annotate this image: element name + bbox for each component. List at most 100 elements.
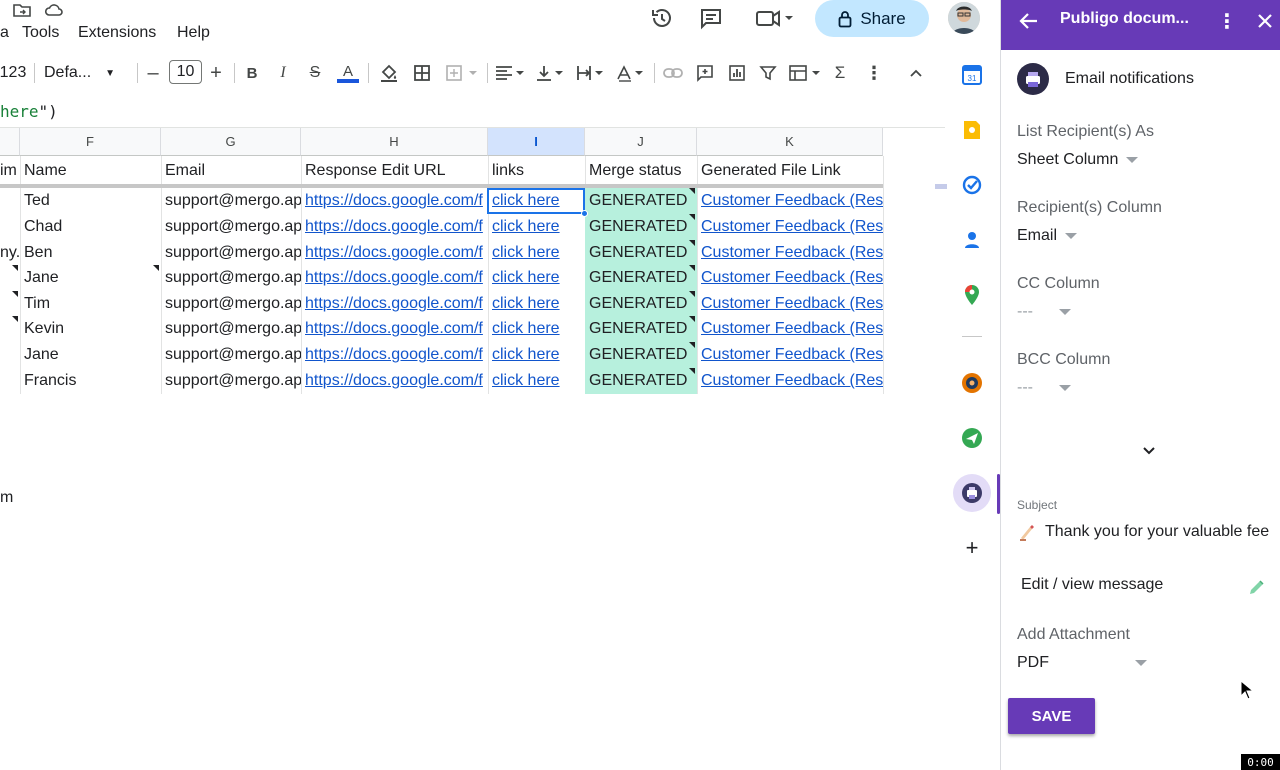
- column-header-h[interactable]: H: [301, 128, 488, 156]
- name-cell[interactable]: Jane: [20, 342, 161, 368]
- recipient-column-select[interactable]: Email: [1017, 227, 1078, 245]
- click-here-link[interactable]: click here: [488, 214, 585, 240]
- note-indicator[interactable]: [689, 265, 695, 271]
- header-cell-merge-status[interactable]: Merge status: [585, 158, 697, 184]
- avatar[interactable]: [948, 2, 980, 34]
- header-cell-edit-url[interactable]: Response Edit URL: [301, 158, 488, 184]
- decrease-font-size-button[interactable]: –: [144, 62, 162, 84]
- maps-icon[interactable]: [961, 284, 983, 306]
- email-cell[interactable]: support@mergo.ap: [161, 316, 301, 342]
- meet-button[interactable]: [752, 4, 796, 32]
- stray-text-cell[interactable]: m: [0, 485, 20, 511]
- note-indicator[interactable]: [689, 291, 695, 297]
- header-cell-file-link[interactable]: Generated File Link: [697, 158, 883, 184]
- merge-status-cell[interactable]: GENERATED: [585, 214, 697, 240]
- column-header-g[interactable]: G: [161, 128, 301, 156]
- insert-comment-button[interactable]: [694, 62, 716, 84]
- note-indicator[interactable]: [12, 316, 18, 322]
- move-to-folder-icon[interactable]: [12, 2, 32, 18]
- name-cell[interactable]: Jane: [20, 265, 161, 291]
- note-indicator[interactable]: [689, 188, 695, 194]
- save-button[interactable]: SAVE: [1008, 698, 1095, 734]
- edit-url-link[interactable]: https://docs.google.com/f: [301, 368, 488, 394]
- note-indicator[interactable]: [689, 240, 695, 246]
- vertical-align-button[interactable]: [535, 62, 567, 84]
- name-cell[interactable]: Kevin: [20, 316, 161, 342]
- collapse-toolbar-button[interactable]: [906, 62, 926, 84]
- italic-icon[interactable]: I: [274, 62, 292, 84]
- header-cell-fragment[interactable]: im: [0, 158, 20, 184]
- attachment-select[interactable]: PDF: [1017, 654, 1147, 672]
- merge-status-cell[interactable]: GENERATED: [585, 368, 697, 394]
- column-header-e[interactable]: [0, 128, 20, 156]
- strikethrough-icon[interactable]: S: [305, 62, 325, 84]
- header-cell-email[interactable]: Email: [161, 158, 301, 184]
- email-cell[interactable]: support@mergo.ap: [161, 368, 301, 394]
- edit-url-link[interactable]: https://docs.google.com/f: [301, 188, 488, 214]
- merge-status-cell[interactable]: GENERATED: [585, 240, 697, 266]
- pencil-edit-icon[interactable]: [1247, 577, 1267, 597]
- number-format-button[interactable]: 123: [0, 62, 26, 84]
- note-indicator[interactable]: [12, 291, 18, 297]
- menu-item-tools[interactable]: Tools: [22, 24, 59, 42]
- edit-url-link[interactable]: https://docs.google.com/f: [301, 342, 488, 368]
- header-cell-name[interactable]: Name: [20, 158, 161, 184]
- click-here-link[interactable]: click here: [488, 316, 585, 342]
- add-addon-plus-icon[interactable]: +: [961, 535, 983, 560]
- click-here-link[interactable]: click here: [488, 342, 585, 368]
- edit-url-link[interactable]: https://docs.google.com/f: [301, 265, 488, 291]
- formula-bar[interactable]: here"): [0, 102, 58, 121]
- generated-file-link[interactable]: Customer Feedback (Res: [697, 316, 883, 342]
- header-cell-links[interactable]: links: [488, 158, 585, 184]
- generated-file-link[interactable]: Customer Feedback (Res: [697, 342, 883, 368]
- publigo-addon-icon[interactable]: [961, 482, 983, 504]
- comments-button[interactable]: [697, 4, 725, 32]
- text-color-button[interactable]: A: [337, 62, 359, 84]
- merge-cells-button[interactable]: [444, 62, 480, 84]
- panel-menu-icon[interactable]: ⋮: [1215, 9, 1239, 33]
- merge-status-cell[interactable]: GENERATED: [585, 265, 697, 291]
- addon-paper-plane-icon[interactable]: [961, 427, 983, 449]
- name-cell[interactable]: Francis: [20, 368, 161, 394]
- merge-status-cell[interactable]: GENERATED: [585, 291, 697, 317]
- horizontal-align-button[interactable]: [493, 62, 527, 84]
- edit-message-link[interactable]: Edit / view message: [1021, 576, 1163, 594]
- column-header-k[interactable]: K: [697, 128, 883, 156]
- more-options-icon[interactable]: ⋮: [864, 62, 884, 84]
- name-cell[interactable]: Ben: [20, 240, 161, 266]
- left-fragment-cell[interactable]: ny.: [0, 240, 20, 266]
- font-size-input[interactable]: 10: [169, 60, 202, 84]
- generated-file-link[interactable]: Customer Feedback (Res: [697, 368, 883, 394]
- email-cell[interactable]: support@mergo.ap: [161, 291, 301, 317]
- tasks-icon[interactable]: [961, 174, 983, 196]
- increase-font-size-button[interactable]: +: [207, 62, 225, 84]
- note-indicator[interactable]: [12, 265, 18, 271]
- click-here-link[interactable]: click here: [488, 265, 585, 291]
- merge-status-cell[interactable]: GENERATED: [585, 316, 697, 342]
- click-here-link[interactable]: click here: [488, 291, 585, 317]
- create-filter-button[interactable]: [757, 62, 779, 84]
- note-indicator[interactable]: [689, 316, 695, 322]
- edit-url-link[interactable]: https://docs.google.com/f: [301, 291, 488, 317]
- name-cell[interactable]: Ted: [20, 188, 161, 214]
- click-here-link[interactable]: click here: [488, 240, 585, 266]
- email-cell[interactable]: support@mergo.ap: [161, 240, 301, 266]
- active-cell-selection[interactable]: [487, 188, 585, 214]
- generated-file-link[interactable]: Customer Feedback (Res: [697, 214, 883, 240]
- note-indicator[interactable]: [153, 265, 159, 271]
- fill-color-button[interactable]: [378, 62, 400, 84]
- list-recipients-select[interactable]: Sheet Column: [1017, 151, 1139, 169]
- fill-handle[interactable]: [581, 210, 588, 217]
- edit-url-link[interactable]: https://docs.google.com/f: [301, 316, 488, 342]
- column-header-j[interactable]: J: [585, 128, 697, 156]
- column-header-f[interactable]: F: [20, 128, 161, 156]
- name-cell[interactable]: Tim: [20, 291, 161, 317]
- keep-icon[interactable]: [961, 119, 983, 141]
- addon-orange-icon[interactable]: [961, 372, 983, 394]
- note-indicator[interactable]: [689, 342, 695, 348]
- click-here-link[interactable]: click here: [488, 368, 585, 394]
- edit-url-link[interactable]: https://docs.google.com/f: [301, 240, 488, 266]
- text-rotation-button[interactable]: [615, 62, 647, 84]
- menu-item-help[interactable]: Help: [177, 24, 210, 42]
- subject-field[interactable]: Thank you for your valuable fee: [1017, 522, 1269, 542]
